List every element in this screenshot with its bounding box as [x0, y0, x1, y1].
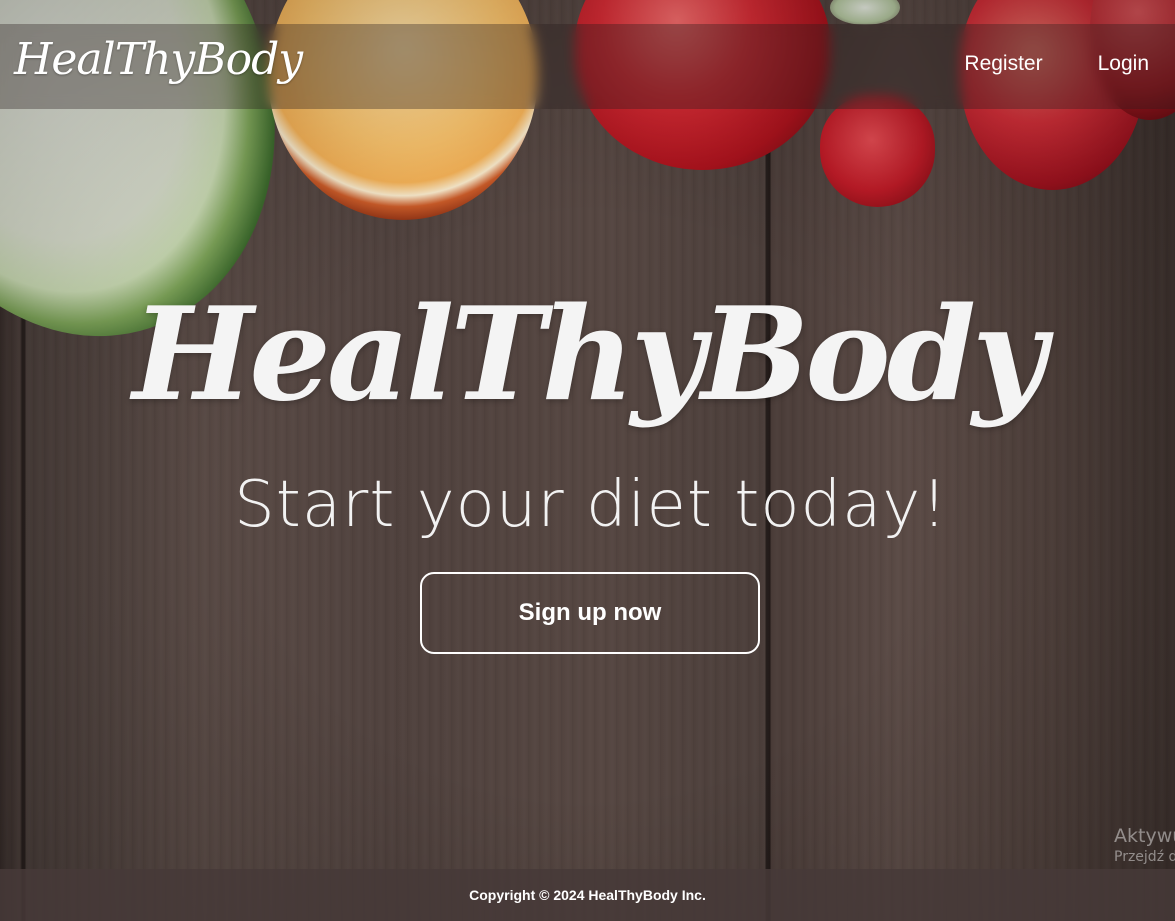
copyright-text: Copyright © 2024 HealThyBody Inc. — [469, 887, 706, 903]
watermark-line-1: Aktywu — [1114, 825, 1175, 847]
top-navbar: HealThyBody Register Login — [0, 24, 1175, 109]
watermark-line-2: Przejdź d — [1114, 849, 1175, 865]
footer: Copyright © 2024 HealThyBody Inc. — [0, 869, 1175, 921]
brand-logo[interactable]: HealThyBody — [14, 34, 303, 85]
activation-watermark: Aktywu Przejdź d — [1114, 825, 1175, 865]
background-vignette — [0, 0, 1175, 921]
register-link[interactable]: Register — [964, 52, 1042, 76]
login-link[interactable]: Login — [1098, 52, 1149, 76]
sign-up-button[interactable]: Sign up now — [420, 572, 760, 654]
hero-subtitle: Start your diet today! — [234, 468, 948, 542]
nav-links: Register Login — [964, 52, 1149, 76]
hero-title: HealThyBody — [132, 280, 1046, 430]
landing-page: HealThyBody Register Login HealThyBody S… — [0, 0, 1175, 921]
